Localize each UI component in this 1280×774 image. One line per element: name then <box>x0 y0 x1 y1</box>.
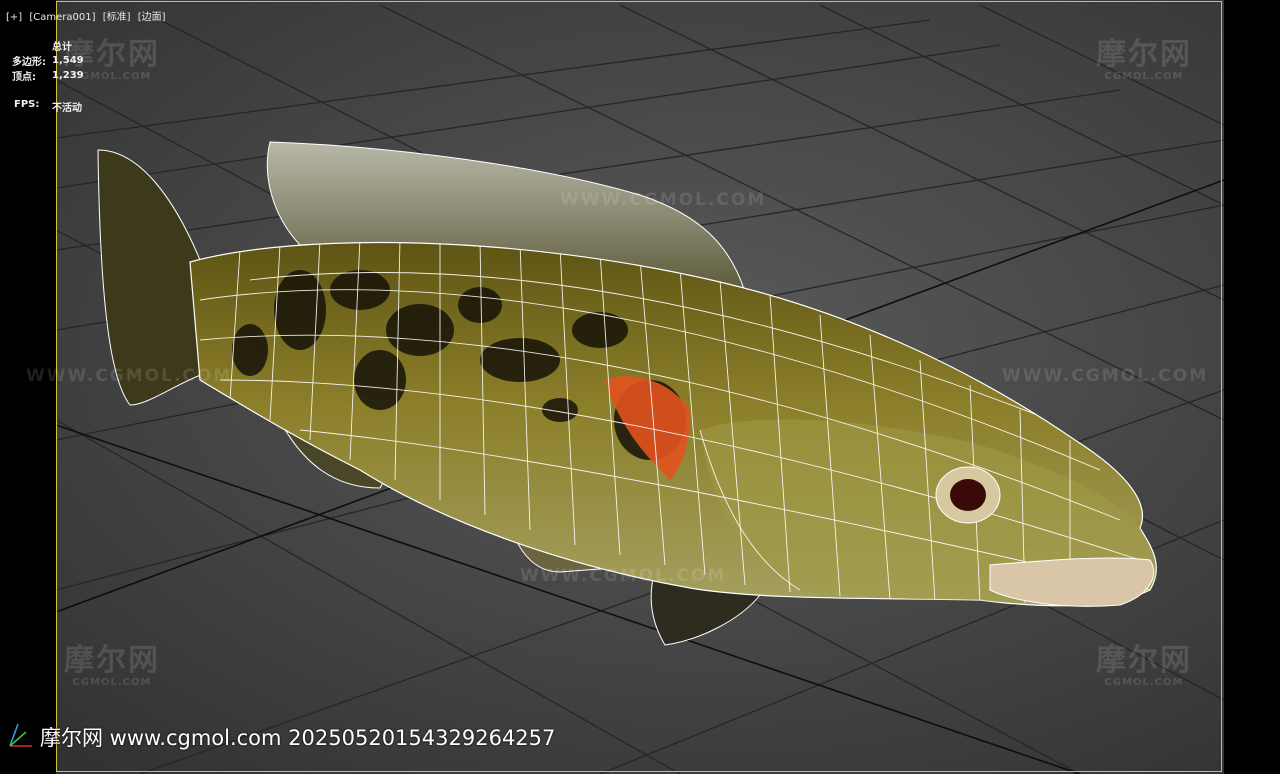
viewport-right-border <box>1224 0 1280 774</box>
fps-readout: FPS: 不活动 <box>14 99 82 114</box>
watermark-bottom-right: 摩尔网 CGMOL.COM <box>1096 643 1192 688</box>
watermark-bottom-left: 摩尔网 CGMOL.COM <box>64 643 160 688</box>
footer-watermark: 摩尔网 www.cgmol.com 20250520154329264257 <box>40 726 556 750</box>
watermark-line-right: WWW.CGMOL.COM <box>1002 366 1209 386</box>
watermark-line-lower: WWW.CGMOL.COM <box>520 566 727 586</box>
fish-mesh[interactable] <box>0 0 1280 774</box>
vertices-label: 顶点: <box>12 72 36 83</box>
scene-statistics: 总计 多边形: 1,549 顶点: 1,239 <box>12 38 84 83</box>
viewport-camera-menu[interactable]: [Camera001] <box>29 12 95 23</box>
vertices-value: 1,239 <box>52 70 84 81</box>
watermark-line-center: WWW.CGMOL.COM <box>560 190 767 210</box>
3d-viewport[interactable]: 摩尔网 CGMOL.COM 摩尔网 CGMOL.COM 摩尔网 CGMOL.CO… <box>0 0 1280 774</box>
stats-total-header: 总计 <box>52 42 72 53</box>
polygons-value: 1,549 <box>52 55 84 66</box>
viewport-left-border <box>0 0 56 774</box>
polygons-label: 多边形: <box>12 57 46 68</box>
viewport-menu-plus[interactable]: [+] <box>6 12 22 23</box>
axis-gizmo-icon <box>9 723 32 747</box>
watermark-top-right: 摩尔网 CGMOL.COM <box>1096 37 1192 82</box>
watermark-line-left: WWW.CGMOL.COM <box>26 366 233 386</box>
fps-value: 不活动 <box>52 103 82 114</box>
viewport-shading-edged-faces[interactable]: [边面] <box>138 12 166 23</box>
viewport-shading-standard[interactable]: [标准] <box>103 12 131 23</box>
fps-label: FPS: <box>14 99 40 110</box>
viewport-label: [+] [Camera001] [标准] [边面] <box>6 8 170 23</box>
